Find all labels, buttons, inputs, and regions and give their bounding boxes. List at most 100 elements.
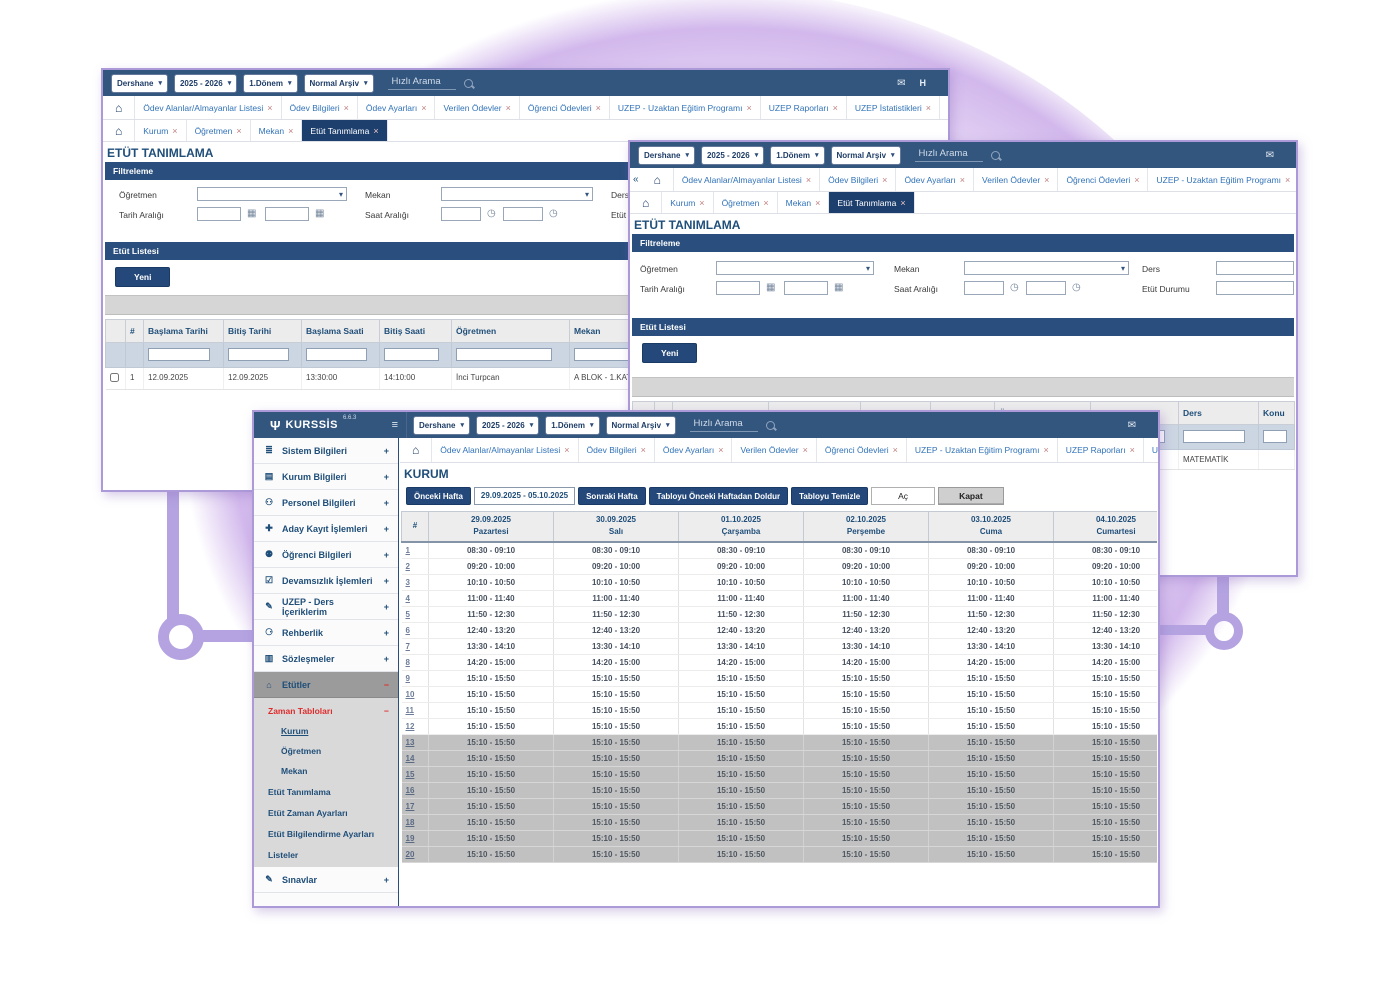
etut-durumu-input[interactable] (1216, 281, 1294, 295)
row-number-link[interactable]: 4 (406, 594, 410, 603)
row-number-link[interactable]: 11 (406, 706, 414, 715)
topbar-select[interactable]: Normal Arşiv▾ (606, 416, 676, 435)
search-icon[interactable] (766, 421, 775, 430)
time-slot-cell[interactable]: 15:10 - 15:50 (679, 670, 804, 686)
time-slot-cell[interactable]: 15:10 - 15:50 (679, 782, 804, 798)
time-slot-cell[interactable]: 14:20 - 15:00 (429, 654, 554, 670)
time-slot-cell[interactable]: 15:10 - 15:50 (1054, 814, 1158, 830)
time-slot-cell[interactable]: 15:10 - 15:50 (679, 814, 804, 830)
column-filter-input[interactable] (456, 348, 552, 361)
time-slot-cell[interactable]: 15:10 - 15:50 (929, 830, 1054, 846)
sidebar-item[interactable]: ⚇Personel Bilgileri+ (254, 490, 398, 516)
time-slot-cell[interactable]: 15:10 - 15:50 (1054, 782, 1158, 798)
time-slot-cell[interactable]: 09:20 - 10:00 (929, 558, 1054, 574)
time-slot-cell[interactable]: 15:10 - 15:50 (804, 830, 929, 846)
home-tab[interactable]: ⌂ (103, 96, 135, 119)
topbar-select[interactable]: Normal Arşiv▾ (304, 74, 374, 93)
time-slot-cell[interactable]: 11:00 - 11:40 (804, 590, 929, 606)
row-number-link[interactable]: 20 (406, 850, 415, 859)
time-slot-cell[interactable]: 15:10 - 15:50 (1054, 686, 1158, 702)
tab[interactable]: UZEP - Uzaktan Eğitim Programı× (907, 438, 1058, 462)
column-filter-input[interactable] (1263, 430, 1287, 443)
topbar-select[interactable]: 2025 - 2026▾ (476, 416, 539, 435)
time-slot-cell[interactable]: 15:10 - 15:50 (554, 686, 679, 702)
time-slot-cell[interactable]: 11:00 - 11:40 (1054, 590, 1158, 606)
time-slot-cell[interactable]: 11:50 - 12:30 (429, 606, 554, 622)
tab[interactable]: Öğrenci Ödevleri× (1058, 168, 1148, 191)
hamburger-menu-icon[interactable]: ≡ (392, 419, 398, 431)
time-slot-cell[interactable]: 09:20 - 10:00 (429, 558, 554, 574)
time-slot-cell[interactable]: 15:10 - 15:50 (679, 686, 804, 702)
tabloyu-onceki-haftadan-doldur-button[interactable]: Tabloyu Önceki Haftadan Doldur (649, 487, 788, 505)
time-slot-cell[interactable]: 11:50 - 12:30 (929, 606, 1054, 622)
tab[interactable]: Verilen Ödevler× (435, 96, 519, 119)
time-slot-cell[interactable]: 15:10 - 15:50 (1054, 830, 1158, 846)
tab-close-icon[interactable]: × (882, 175, 887, 185)
topbar-select[interactable]: 1.Dönem▾ (545, 416, 599, 435)
quick-search-input[interactable]: Hızlı Arama (388, 76, 456, 90)
time-slot-cell[interactable]: 11:50 - 12:30 (679, 606, 804, 622)
ders-filter-input[interactable] (1216, 261, 1294, 275)
time-slot-cell[interactable]: 15:10 - 15:50 (804, 846, 929, 862)
tab-close-icon[interactable]: × (815, 198, 820, 208)
column-filter-input[interactable] (1183, 430, 1245, 443)
tab-close-icon[interactable]: × (596, 103, 601, 113)
time-slot-cell[interactable]: 10:10 - 10:50 (804, 574, 929, 590)
column-filter-input[interactable] (228, 348, 289, 361)
tab-close-icon[interactable]: × (564, 445, 569, 455)
time-slot-cell[interactable]: 08:30 - 09:10 (429, 542, 554, 559)
time-slot-cell[interactable]: 11:50 - 12:30 (1054, 606, 1158, 622)
time-slot-cell[interactable]: 15:10 - 15:50 (429, 782, 554, 798)
time-slot-cell[interactable]: 12:40 - 13:20 (679, 622, 804, 638)
tab[interactable]: Ödev Bilgileri× (282, 96, 358, 119)
time-slot-cell[interactable]: 15:10 - 15:50 (804, 814, 929, 830)
home-tab[interactable]: ⌂ (642, 168, 674, 191)
tab-close-icon[interactable]: × (893, 445, 898, 455)
topbar-select[interactable]: Normal Arşiv▾ (831, 146, 901, 165)
tab[interactable]: Ödev Ayarları× (655, 438, 733, 462)
user-menu[interactable]: H (920, 78, 927, 88)
row-number-link[interactable]: 14 (406, 754, 415, 763)
tab[interactable]: Öğretmen× (714, 192, 778, 213)
time-slot-cell[interactable]: 15:10 - 15:50 (429, 702, 554, 718)
time-slot-cell[interactable]: 15:10 - 15:50 (929, 782, 1054, 798)
time-slot-cell[interactable]: 15:10 - 15:50 (804, 734, 929, 750)
onceki-hafta-button[interactable]: Önceki Hafta (406, 487, 471, 505)
topbar-select[interactable]: 2025 - 2026▾ (701, 146, 764, 165)
time-slot-cell[interactable]: 08:30 - 09:10 (679, 542, 804, 559)
row-number-link[interactable]: 2 (406, 562, 410, 571)
tab[interactable]: Öğretmen× (187, 120, 251, 141)
row-checkbox[interactable] (110, 373, 119, 382)
tab-close-icon[interactable]: × (806, 175, 811, 185)
topbar-select[interactable]: 1.Dönem▾ (770, 146, 824, 165)
time-slot-cell[interactable]: 13:30 - 14:10 (429, 638, 554, 654)
time-slot-cell[interactable]: 08:30 - 09:10 (804, 542, 929, 559)
mekan-filter-select[interactable]: ▾ (964, 261, 1129, 275)
time-slot-cell[interactable]: 11:00 - 11:40 (554, 590, 679, 606)
time-slot-cell[interactable]: 15:10 - 15:50 (804, 702, 929, 718)
time-slot-cell[interactable]: 15:10 - 15:50 (554, 702, 679, 718)
sidebar-item[interactable]: ⚉Öğrenci Bilgileri+ (254, 542, 398, 568)
sidebar-item[interactable]: ⚆Rehberlik+ (254, 620, 398, 646)
search-icon[interactable] (991, 151, 1000, 160)
week-range-field[interactable]: 29.09.2025 - 05.10.2025 (474, 487, 575, 505)
time-slot-cell[interactable]: 15:10 - 15:50 (429, 734, 554, 750)
calendar-icon[interactable]: ▦ (247, 207, 256, 221)
time-slot-cell[interactable]: 15:10 - 15:50 (929, 750, 1054, 766)
time-slot-cell[interactable]: 15:10 - 15:50 (429, 686, 554, 702)
time-slot-cell[interactable]: 14:20 - 15:00 (679, 654, 804, 670)
time-slot-cell[interactable]: 15:10 - 15:50 (679, 734, 804, 750)
tab-close-icon[interactable]: × (172, 126, 177, 136)
yeni-button[interactable]: Yeni (642, 343, 697, 363)
tarih-end-input[interactable] (265, 207, 309, 221)
time-slot-cell[interactable]: 10:10 - 10:50 (554, 574, 679, 590)
row-number-link[interactable]: 8 (406, 658, 410, 667)
submenu-group-zaman-tablolari[interactable]: Zaman Tabloları− (254, 698, 398, 721)
tab[interactable]: Etüt Tanımlama× (302, 120, 387, 141)
time-slot-cell[interactable]: 15:10 - 15:50 (1054, 670, 1158, 686)
calendar-icon[interactable]: ▦ (315, 207, 324, 221)
time-slot-cell[interactable]: 15:10 - 15:50 (679, 830, 804, 846)
time-slot-cell[interactable]: 15:10 - 15:50 (929, 798, 1054, 814)
tab-close-icon[interactable]: × (746, 103, 751, 113)
tab[interactable]: UZEP - Uzaktan Eğitim Programı× (610, 96, 761, 119)
